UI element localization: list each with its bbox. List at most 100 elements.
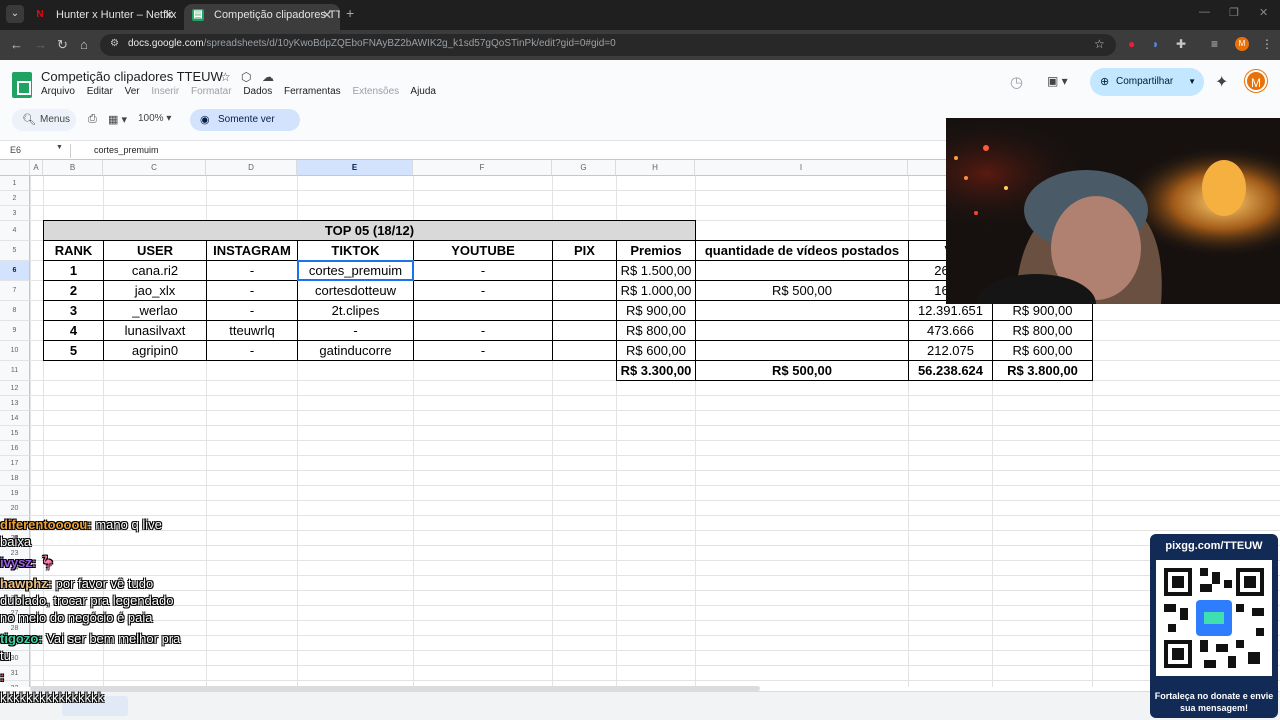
row-header[interactable]: 13 <box>0 396 30 411</box>
table-cell[interactable]: 3 <box>43 300 104 321</box>
row-header[interactable]: 8 <box>0 301 30 321</box>
site-info-icon[interactable]: ⚙ <box>110 38 119 49</box>
table-cell[interactable]: - <box>413 340 553 361</box>
table-cell[interactable]: - <box>206 340 298 361</box>
forward-icon[interactable]: → <box>34 37 47 52</box>
table-cell[interactable]: R$ 600,00 <box>616 340 696 361</box>
row-header[interactable]: 16 <box>0 441 30 456</box>
table-cell[interactable]: cana.ri2 <box>103 260 207 281</box>
column-header[interactable]: B <box>43 160 103 176</box>
table-cell[interactable] <box>695 260 909 281</box>
table-cell[interactable]: - <box>413 320 553 341</box>
row-header[interactable]: 3 <box>0 206 30 221</box>
menu-editar[interactable]: Editar <box>87 86 113 97</box>
table-cell[interactable]: gatinducorre <box>297 340 414 361</box>
gemini-sparkle-icon[interactable]: ✦ <box>1215 72 1228 92</box>
tab-netflix[interactable]: N Hunter x Hunter – Netflix ✕ <box>26 4 182 30</box>
table-cell[interactable] <box>552 300 617 321</box>
tab-search-icon[interactable]: ⌄ <box>6 5 24 23</box>
row-header[interactable]: 7 <box>0 281 30 301</box>
table-cell[interactable]: lunasilvaxt <box>103 320 207 341</box>
table-cell[interactable]: - <box>413 260 553 281</box>
bookmark-star-icon[interactable]: ☆ <box>1094 37 1105 51</box>
browser-menu-icon[interactable]: ⋮ <box>1261 37 1273 51</box>
name-box[interactable]: E6 <box>10 145 21 155</box>
media-icon[interactable]: ≡ <box>1211 37 1218 51</box>
table-cell[interactable] <box>413 300 553 321</box>
table-cell[interactable]: - <box>297 320 414 341</box>
star-icon[interactable]: ☆ <box>220 70 231 84</box>
menu-ver[interactable]: Ver <box>125 86 140 97</box>
column-header[interactable]: G <box>552 160 616 176</box>
row-header[interactable]: 11 <box>0 361 30 381</box>
formula-input[interactable]: cortes_premuim <box>94 145 159 155</box>
column-header[interactable]: E <box>297 160 413 176</box>
print-icon[interactable]: ⎙ <box>88 113 97 126</box>
sheets-logo-icon[interactable] <box>12 72 32 98</box>
total-cell[interactable]: R$ 500,00 <box>695 360 909 381</box>
browser-profile-avatar[interactable]: M <box>1235 37 1249 51</box>
total-cell[interactable]: R$ 3.800,00 <box>992 360 1093 381</box>
close-icon[interactable]: ✕ <box>322 4 332 26</box>
row-header[interactable]: 9 <box>0 321 30 341</box>
table-cell[interactable] <box>695 300 909 321</box>
maximize-icon[interactable]: ❐ <box>1229 6 1239 19</box>
column-header[interactable]: D <box>206 160 297 176</box>
table-header-cell[interactable]: USER <box>103 240 207 261</box>
menu-ajuda[interactable]: Ajuda <box>410 86 436 97</box>
table-cell[interactable]: agripin0 <box>103 340 207 361</box>
extensions-puzzle-icon[interactable]: ✚ <box>1176 37 1186 51</box>
minimize-icon[interactable]: — <box>1199 6 1210 18</box>
table-header-cell[interactable]: RANK <box>43 240 104 261</box>
table-cell[interactable] <box>552 280 617 301</box>
extension-icon[interactable]: ● <box>1128 37 1135 51</box>
column-header[interactable]: F <box>413 160 552 176</box>
zoom-select[interactable]: 100% ▾ <box>138 113 171 124</box>
table-cell[interactable]: R$ 1.000,00 <box>616 280 696 301</box>
document-title[interactable]: Competição clipadores TTEUW <box>41 69 223 84</box>
column-header[interactable]: A <box>30 160 43 176</box>
table-header-cell[interactable]: PIX <box>552 240 617 261</box>
table-cell[interactable]: cortesdotteuw <box>297 280 414 301</box>
table-cell[interactable]: 4 <box>43 320 104 341</box>
row-header[interactable]: 19 <box>0 486 30 501</box>
row-header[interactable]: 12 <box>0 381 30 396</box>
table-cell[interactable]: R$ 500,00 <box>695 280 909 301</box>
menu-ferramentas[interactable]: Ferramentas <box>284 86 341 97</box>
table-cell[interactable] <box>552 260 617 281</box>
table-cell[interactable]: R$ 600,00 <box>992 340 1093 361</box>
chevron-down-icon[interactable]: ▼ <box>56 144 63 151</box>
row-header[interactable]: 1 <box>0 176 30 191</box>
reload-icon[interactable]: ↻ <box>57 37 68 53</box>
table-cell[interactable]: 2 <box>43 280 104 301</box>
table-cell[interactable]: - <box>413 280 553 301</box>
table-header-cell[interactable]: Premios <box>616 240 696 261</box>
table-banner-title[interactable]: TOP 05 (18/12) <box>43 220 696 241</box>
column-header[interactable]: I <box>695 160 908 176</box>
table-header-cell[interactable]: quantidade de vídeos postados <box>695 240 909 261</box>
chevron-down-icon[interactable]: ▼ <box>1188 68 1196 96</box>
row-header[interactable]: 18 <box>0 471 30 486</box>
meet-camera-icon[interactable]: ▣ ▾ <box>1047 74 1068 88</box>
table-cell[interactable] <box>552 320 617 341</box>
table-cell[interactable]: - <box>206 280 298 301</box>
row-header[interactable]: 2 <box>0 191 30 206</box>
window-close-icon[interactable]: ✕ <box>1259 6 1268 19</box>
menu-dados[interactable]: Dados <box>243 86 272 97</box>
row-header[interactable]: 20 <box>0 501 30 516</box>
row-header[interactable]: 5 <box>0 241 30 261</box>
table-cell[interactable] <box>695 320 909 341</box>
total-cell[interactable]: R$ 3.300,00 <box>616 360 696 381</box>
menu-arquivo[interactable]: Arquivo <box>41 86 75 97</box>
table-cell[interactable]: 473.666 <box>908 320 993 341</box>
row-header[interactable]: 4 <box>0 221 30 241</box>
avatar[interactable]: M <box>1245 70 1267 92</box>
home-icon[interactable]: ⌂ <box>80 37 88 52</box>
close-icon[interactable]: ✕ <box>164 4 174 26</box>
table-header-cell[interactable]: TIKTOK <box>297 240 414 261</box>
address-bar[interactable]: ⚙ docs.google.com/spreadsheets/d/10yKwoB… <box>100 34 1116 56</box>
table-cell[interactable]: 2t.clipes <box>297 300 414 321</box>
tab-sheets[interactable]: ▤ Competição clipadores TTEUW ✕ <box>184 4 340 30</box>
view-only-button[interactable]: ◉ Somente ver <box>190 109 300 131</box>
table-cell[interactable]: R$ 1.500,00 <box>616 260 696 281</box>
